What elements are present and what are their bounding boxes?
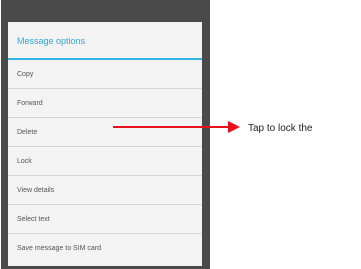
dialog-title: Message options — [8, 22, 202, 60]
menu-item-delete[interactable]: Delete — [8, 118, 202, 147]
menu-item-lock[interactable]: Lock — [8, 147, 202, 176]
menu-item-select-text[interactable]: Select text — [8, 205, 202, 234]
menu-item-copy[interactable]: Copy — [8, 60, 202, 89]
screenshot: Message options Copy Forward Delete Lock… — [0, 0, 361, 269]
menu-item-view-details[interactable]: View details — [8, 176, 202, 205]
callout-text: Tap to lock the — [248, 123, 313, 134]
options-list: Copy Forward Delete Lock View details Se… — [8, 60, 202, 263]
menu-item-save-to-sim[interactable]: Save message to SIM card — [8, 234, 202, 263]
message-options-dialog: Message options Copy Forward Delete Lock… — [8, 22, 202, 266]
menu-item-forward[interactable]: Forward — [8, 89, 202, 118]
